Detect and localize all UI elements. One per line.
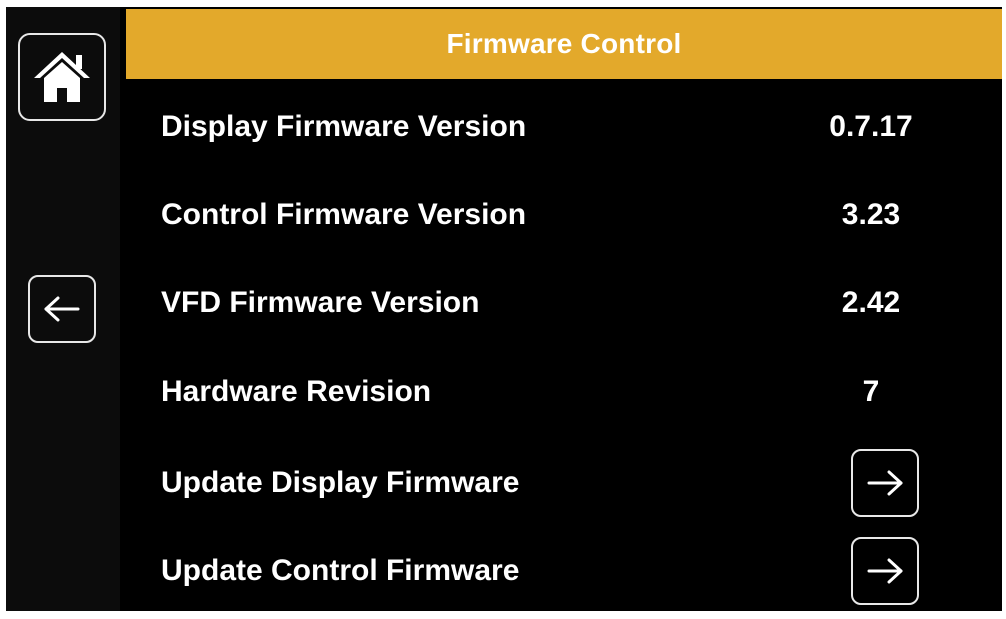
row-label: Display Firmware Version bbox=[161, 110, 527, 143]
arrow-right-icon bbox=[865, 468, 905, 498]
row-value: 0.7.17 bbox=[829, 110, 913, 143]
row-update-control-firmware: Update Control Firmware bbox=[161, 537, 981, 605]
screen: Firmware Control Display Firmware Versio… bbox=[6, 7, 1002, 611]
back-button[interactable] bbox=[28, 275, 96, 343]
home-button[interactable] bbox=[18, 33, 106, 121]
row-control-firmware-version: Control Firmware Version 3.23 bbox=[161, 185, 981, 245]
row-label: Hardware Revision bbox=[161, 375, 432, 408]
arrow-right-icon bbox=[865, 556, 905, 586]
header-bar: Firmware Control bbox=[126, 9, 1002, 79]
row-hardware-revision: Hardware Revision 7 bbox=[161, 362, 981, 422]
row-vfd-firmware-version: VFD Firmware Version 2.42 bbox=[161, 273, 981, 333]
row-value: 7 bbox=[862, 375, 880, 408]
home-icon bbox=[31, 46, 93, 108]
page-title: Firmware Control bbox=[446, 28, 682, 59]
row-label: Control Firmware Version bbox=[161, 198, 527, 231]
row-value: 3.23 bbox=[841, 198, 901, 231]
row-value: 2.42 bbox=[841, 286, 901, 319]
sidebar bbox=[6, 7, 120, 611]
row-label: VFD Firmware Version bbox=[161, 286, 480, 319]
arrow-left-icon bbox=[42, 294, 82, 324]
row-label: Update Display Firmware bbox=[161, 466, 520, 499]
row-update-display-firmware: Update Display Firmware bbox=[161, 449, 981, 517]
update-display-firmware-button[interactable] bbox=[851, 449, 919, 517]
row-display-firmware-version: Display Firmware Version 0.7.17 bbox=[161, 97, 981, 157]
update-control-firmware-button[interactable] bbox=[851, 537, 919, 605]
row-label: Update Control Firmware bbox=[161, 554, 520, 587]
